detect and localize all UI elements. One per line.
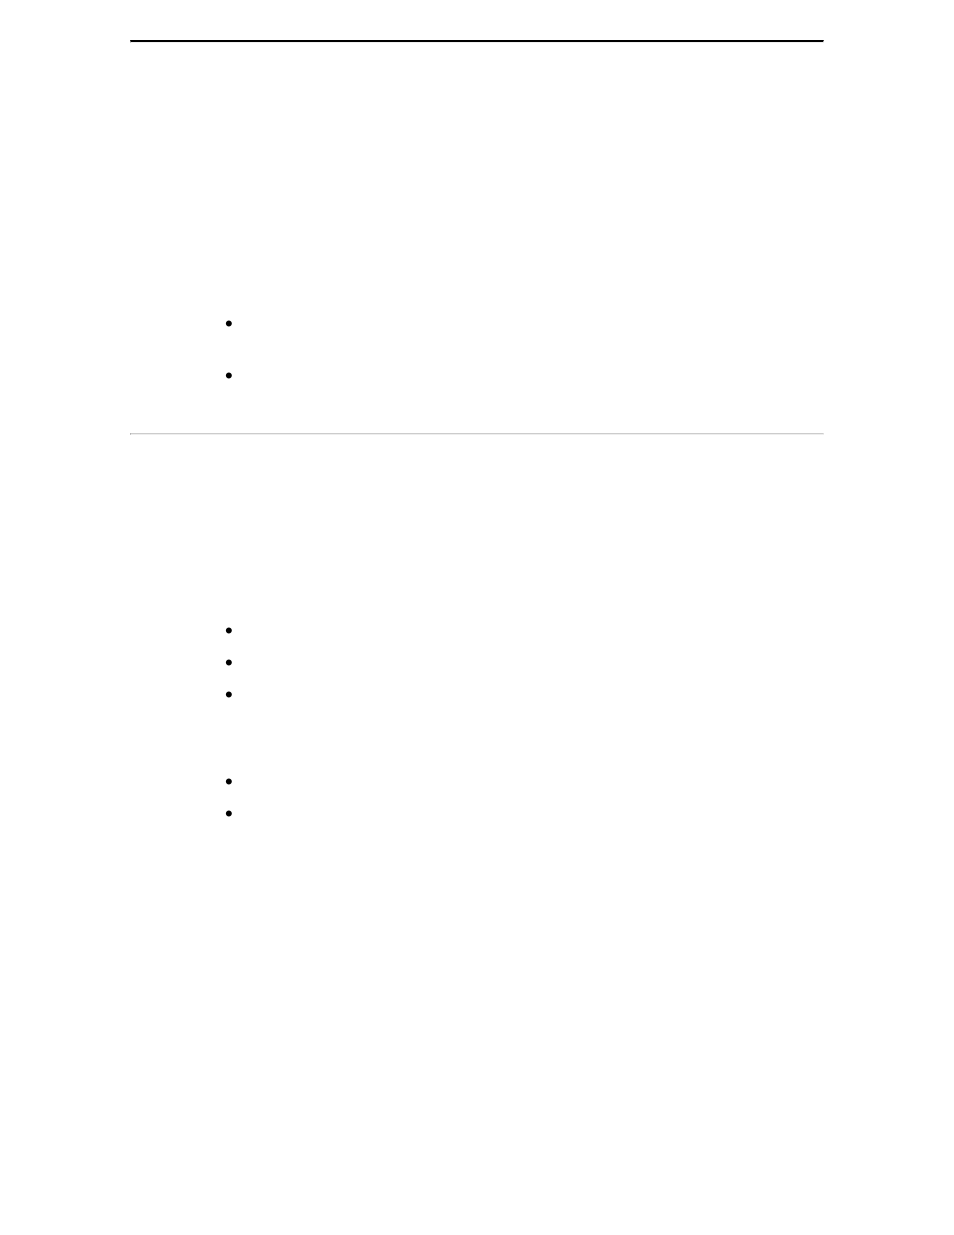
section-divider [130,433,824,435]
list-item [225,684,824,704]
section-2 [130,620,824,823]
list-item [225,365,824,385]
document-page [0,0,954,875]
list-item [225,652,824,672]
bullet-list-2b [225,771,824,823]
list-item [225,803,824,823]
spacer [130,716,824,771]
header-rule [130,40,824,43]
list-item [225,771,824,791]
bullet-list-1 [225,313,824,385]
list-item [225,313,824,333]
list-item [225,620,824,640]
section-1 [130,313,824,385]
bullet-list-2a [225,620,824,704]
